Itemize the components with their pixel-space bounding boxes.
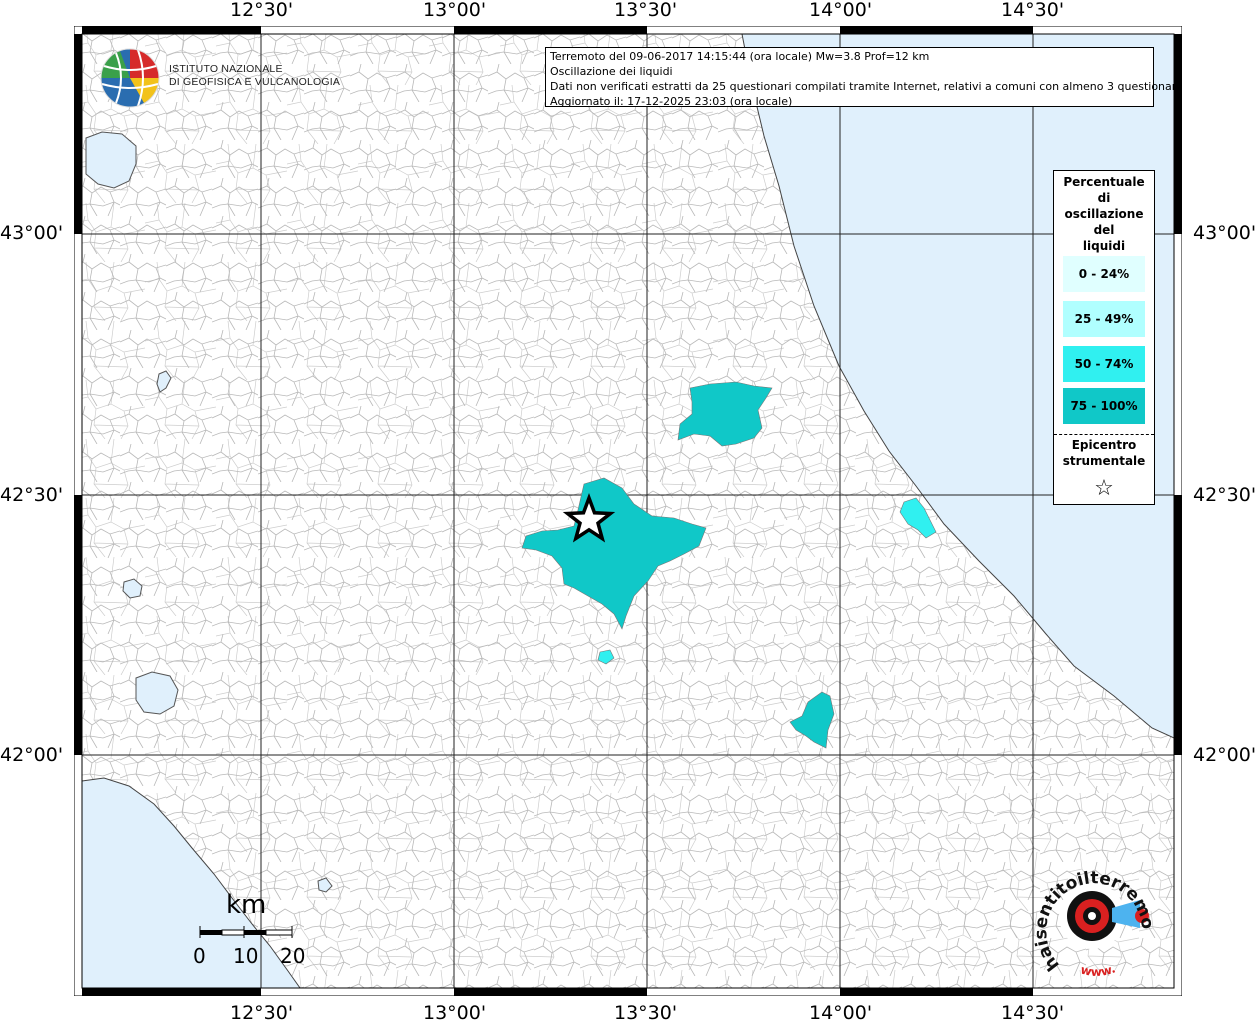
map-canvas[interactable] — [74, 26, 1182, 996]
ingv-logo-text: ISTITUTO NAZIONALE DI GEOFISICA E VULCAN… — [169, 63, 340, 89]
legend-class-25-49: 25 - 49% — [1063, 301, 1145, 337]
lon-label-bottom-1: 12°30' — [230, 1002, 294, 1024]
legend-title-line: del — [1093, 223, 1115, 237]
lon-label-top-3: 13°30' — [614, 0, 678, 21]
legend-class-label: 25 - 49% — [1074, 312, 1134, 326]
legend-title-line: Percentuale — [1063, 175, 1145, 189]
lat-label-right-1: 43°00' — [1193, 222, 1256, 244]
event-title: Terremoto del 09-06-2017 14:15:44 (ora l… — [550, 50, 930, 63]
lon-label-top-4: 14°00' — [809, 0, 873, 21]
lon-label-bottom-4: 14°00' — [809, 1002, 873, 1024]
lat-label-left-3: 42°00' — [0, 744, 64, 766]
lake-bracciano — [135, 671, 179, 715]
legend-title: Percentuale di oscillazione del liquidi — [1054, 174, 1154, 254]
lon-label-top-5: 14°30' — [1001, 0, 1065, 21]
legend-title-line: di — [1097, 191, 1111, 205]
lon-label-top-2: 13°00' — [423, 0, 487, 21]
svg-text:www.: www. — [1079, 961, 1117, 978]
svg-text:haisentitoilterremoto.it: haisentitoilterremoto.it — [1030, 855, 1157, 974]
scale-tick-0: 0 — [193, 944, 206, 968]
lat-label-right-3: 42°00' — [1193, 744, 1256, 766]
map-frame[interactable] — [74, 26, 1182, 996]
legend-class-label: 75 - 100% — [1070, 399, 1138, 413]
badge-main-text: haisentitoilterremoto.it — [1030, 855, 1157, 974]
legend-title-line: liquidi — [1082, 239, 1126, 253]
lat-label-left-2: 42°30' — [0, 484, 64, 506]
legend-class-0-24: 0 - 24% — [1063, 256, 1145, 292]
scale-unit: km — [226, 890, 267, 920]
lat-label-left-1: 43°00' — [0, 222, 64, 244]
ingv-logo-globe — [100, 48, 160, 108]
lat-label-right-2: 42°30' — [1193, 484, 1256, 506]
hsit-badge-text: haisentitoilterremoto.it www. — [1030, 855, 1157, 979]
lon-label-top-1: 12°30' — [230, 0, 294, 21]
legend-epicenter-line: strumentale — [1062, 454, 1146, 468]
lake-trasimeno — [85, 131, 137, 189]
logo-line-1: ISTITUTO NAZIONALE — [169, 63, 283, 75]
map-subject: Oscillazione dei liquidi — [550, 65, 673, 78]
legend-class-label: 0 - 24% — [1078, 267, 1130, 281]
legend-class-50-74: 50 - 74% — [1063, 346, 1145, 382]
legend-epicenter-label: Epicentro strumentale — [1054, 437, 1154, 469]
legend-class-75-100: 75 - 100% — [1063, 388, 1145, 424]
data-note: Dati non verificati estratti da 25 quest… — [550, 80, 1183, 93]
event-info-box: Terremoto del 09-06-2017 14:15:44 (ora l… — [545, 47, 1183, 108]
scale-tick-10: 10 — [233, 944, 259, 968]
lon-label-bottom-5: 14°30' — [1001, 1002, 1065, 1024]
lon-label-bottom-3: 13°30' — [614, 1002, 678, 1024]
legend-class-label: 50 - 74% — [1074, 357, 1134, 371]
lon-label-bottom-2: 13°00' — [423, 1002, 487, 1024]
legend-separator — [1054, 434, 1154, 435]
legend-epicenter-line: Epicentro — [1071, 438, 1137, 452]
logo-line-2: DI GEOFISICA E VULCANOLOGIA — [169, 76, 341, 88]
legend-title-line: oscillazione — [1064, 207, 1144, 221]
update-time: Aggiornato il: 17-12-2025 23:03 (ora loc… — [550, 95, 793, 108]
legend-star-icon: ☆ — [1094, 476, 1114, 501]
legend: Percentuale di oscillazione del liquidi … — [1053, 170, 1155, 505]
scale-tick-20: 20 — [280, 944, 306, 968]
badge-prefix-text: www. — [1079, 961, 1117, 978]
